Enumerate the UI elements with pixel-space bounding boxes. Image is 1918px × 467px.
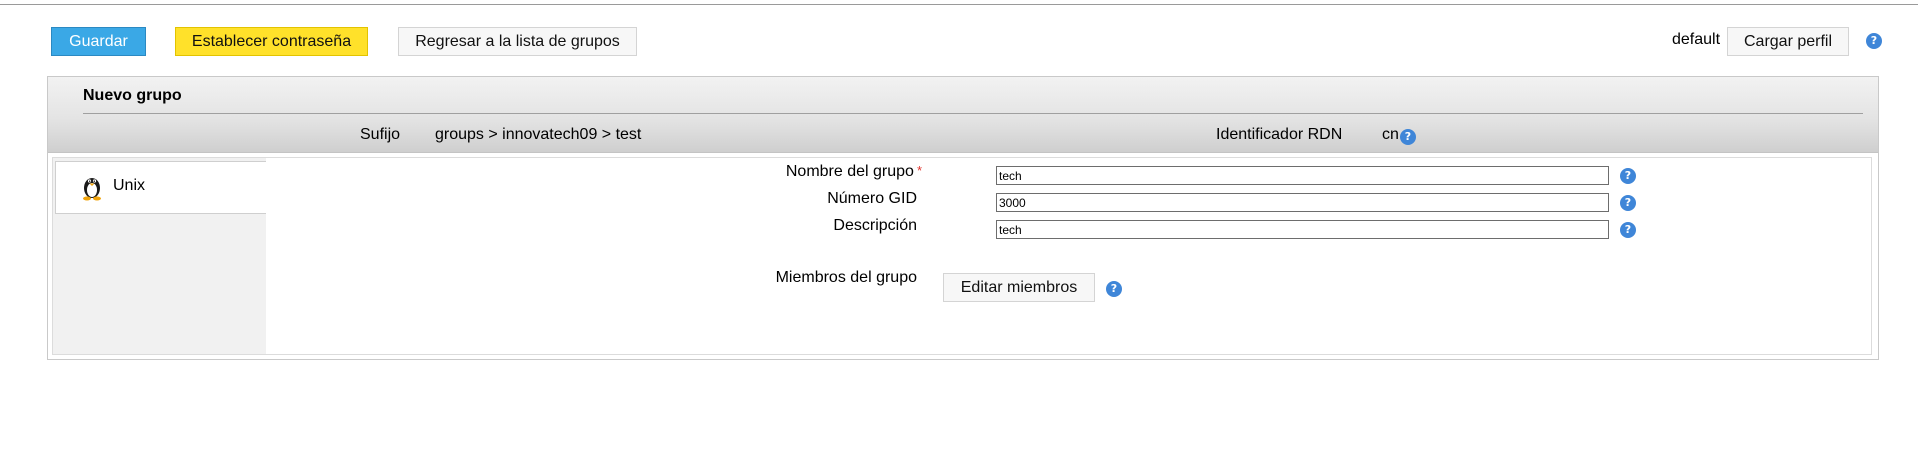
members-label: Miembros del grupo xyxy=(775,269,917,286)
gid-label: Número GID xyxy=(827,190,917,207)
description-help-icon[interactable]: ? xyxy=(1620,222,1636,238)
description-label: Descripción xyxy=(833,217,917,234)
tab-unix[interactable]: Unix xyxy=(55,161,266,214)
back-to-group-list-button[interactable]: Regresar a la lista de grupos xyxy=(398,27,637,56)
top-divider xyxy=(0,4,1918,5)
suffix-value: groups > innovatech09 > test xyxy=(435,126,642,143)
load-profile-button[interactable]: Cargar perfil xyxy=(1727,27,1849,56)
group-form-area: Unix Nombre del grupo* ? Número GID ? De… xyxy=(52,157,1872,355)
rdn-value: cn xyxy=(1382,126,1399,143)
help-icon[interactable]: ? xyxy=(1866,33,1882,49)
group-name-help-icon[interactable]: ? xyxy=(1620,168,1636,184)
panel-title: Nuevo grupo xyxy=(83,87,182,104)
rdn-help-icon[interactable]: ? xyxy=(1400,129,1416,145)
group-name-input[interactable] xyxy=(996,166,1609,185)
members-help-icon[interactable]: ? xyxy=(1106,281,1122,297)
save-button[interactable]: Guardar xyxy=(51,27,146,56)
description-input[interactable] xyxy=(996,220,1609,239)
module-sidebar: Unix xyxy=(53,158,266,354)
new-group-panel: Nuevo grupo Sufijo groups > innovatech09… xyxy=(47,76,1879,360)
tab-unix-label: Unix xyxy=(113,177,146,194)
suffix-label: Sufijo xyxy=(360,126,401,143)
gid-help-icon[interactable]: ? xyxy=(1620,195,1636,211)
group-name-label: Nombre del grupo * xyxy=(785,163,922,180)
panel-header: Nuevo grupo Sufijo groups > innovatech09… xyxy=(48,77,1878,153)
rdn-label: Identificador RDN xyxy=(1216,126,1343,143)
header-divider xyxy=(83,113,1863,114)
gid-input[interactable] xyxy=(996,193,1609,212)
set-password-button[interactable]: Establecer contraseña xyxy=(175,27,368,56)
edit-members-button[interactable]: Editar miembros xyxy=(943,273,1095,302)
required-mark: * xyxy=(916,163,922,178)
profile-name: default xyxy=(1672,31,1721,48)
tux-penguin-icon xyxy=(80,173,104,206)
